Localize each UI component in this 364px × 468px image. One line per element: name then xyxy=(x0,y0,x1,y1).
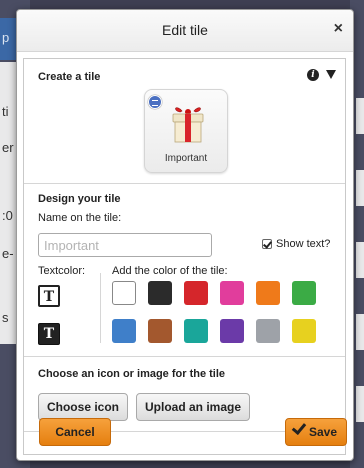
tile-name-input[interactable] xyxy=(38,233,212,257)
background-text-fragment: :0 xyxy=(2,208,13,223)
checkmark-icon xyxy=(291,419,307,436)
show-text-checkbox[interactable]: Show text? xyxy=(262,238,330,250)
gift-icon xyxy=(172,107,204,143)
tile-badge-icon xyxy=(148,95,162,109)
triangle-down-icon[interactable] xyxy=(326,70,336,79)
design-tile-heading: Design your tile xyxy=(38,193,121,205)
background-text-fragment: ti xyxy=(2,104,9,119)
vertical-divider xyxy=(100,273,101,343)
background-right-block xyxy=(356,314,364,350)
show-text-label: Show text? xyxy=(276,238,331,250)
close-icon[interactable]: × xyxy=(334,20,343,38)
color-swatch[interactable] xyxy=(148,319,172,343)
background-text-fragment: er xyxy=(2,140,14,155)
background-text-fragment: p xyxy=(2,30,10,45)
choose-icon-button[interactable]: Choose icon xyxy=(38,393,128,421)
background-text-fragment: s xyxy=(2,310,9,325)
dialog-title: Edit tile xyxy=(162,22,208,38)
textcolor-label: Textcolor: xyxy=(38,265,86,277)
color-swatch[interactable] xyxy=(256,319,280,343)
save-button-label: Save xyxy=(308,425,338,439)
info-icon[interactable]: i xyxy=(307,69,319,81)
create-tile-heading: Create a tile xyxy=(38,71,101,83)
color-swatch[interactable] xyxy=(184,281,208,305)
color-swatch[interactable] xyxy=(148,281,172,305)
color-swatch[interactable] xyxy=(292,319,316,343)
color-swatch[interactable] xyxy=(184,319,208,343)
dialog-titlebar: Edit tile × xyxy=(17,10,353,52)
color-swatch[interactable] xyxy=(292,281,316,305)
textcolor-light-text-button[interactable]: T xyxy=(38,323,60,345)
section-divider xyxy=(24,356,345,357)
tile-color-label: Add the color of the tile: xyxy=(112,265,228,277)
color-swatch[interactable] xyxy=(112,319,136,343)
dialog-content: Create a tile i Important Design your ti… xyxy=(23,58,346,455)
name-field-label: Name on the tile: xyxy=(38,212,122,224)
tile-preview: Important xyxy=(144,89,228,173)
color-swatch[interactable] xyxy=(220,319,244,343)
color-swatch[interactable] xyxy=(112,281,136,305)
background-right-block xyxy=(356,170,364,206)
background-text-fragment: e- xyxy=(2,246,14,261)
textcolor-dark-text-button[interactable]: T xyxy=(38,285,60,307)
edit-tile-dialog: Edit tile × Create a tile i Important De… xyxy=(16,9,354,461)
background-right-block xyxy=(356,98,364,134)
save-button[interactable]: Save xyxy=(285,418,347,446)
color-swatch[interactable] xyxy=(220,281,244,305)
tile-preview-label: Important xyxy=(164,153,208,164)
section-divider xyxy=(24,183,345,184)
checkbox-checked-icon[interactable] xyxy=(262,239,272,249)
background-right-block xyxy=(356,242,364,278)
cancel-button[interactable]: Cancel xyxy=(39,418,111,446)
icon-section-heading: Choose an icon or image for the tile xyxy=(38,368,226,380)
color-swatch[interactable] xyxy=(256,281,280,305)
upload-image-button[interactable]: Upload an image xyxy=(136,393,250,421)
background-right-block xyxy=(356,386,364,422)
